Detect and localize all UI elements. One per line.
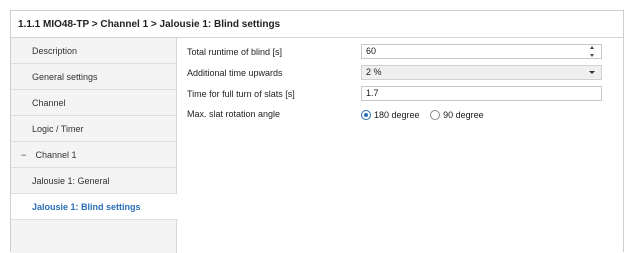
- total-runtime-label: Total runtime of blind [s]: [187, 47, 283, 57]
- spinner-arrows-icon[interactable]: [590, 46, 596, 57]
- chevron-down-icon[interactable]: [589, 71, 595, 74]
- sidebar-item-label: Channel: [32, 98, 66, 108]
- sidebar-item-jalousie-general[interactable]: Jalousie 1: General: [11, 168, 176, 194]
- additional-time-label: Additional time upwards: [187, 68, 283, 78]
- additional-time-select[interactable]: 2 %: [361, 65, 602, 80]
- settings-panel: Total runtime of blind [s] 60 Additional…: [187, 38, 623, 252]
- sidebar-item-label: Jalousie 1: Blind settings: [32, 202, 141, 212]
- additional-time-value: 2 %: [366, 67, 382, 77]
- sidebar: Description General settings Channel Log…: [11, 38, 178, 253]
- radio-90-degree[interactable]: 90 degree: [430, 106, 488, 123]
- sidebar-item-general-settings[interactable]: General settings: [11, 64, 176, 90]
- slat-turn-time-label: Time for full turn of slats [s]: [187, 89, 295, 99]
- radio-unchecked-icon[interactable]: [430, 109, 441, 120]
- radio-180-degree[interactable]: 180 degree: [361, 106, 424, 123]
- max-slat-angle-radio-group: 180 degree 90 degree: [361, 106, 492, 122]
- radio-90-label: 90 degree: [443, 109, 484, 120]
- radio-180-label: 180 degree: [374, 109, 420, 120]
- total-runtime-value: 60: [366, 46, 377, 56]
- spin-down-icon[interactable]: [590, 54, 594, 57]
- sidebar-item-label: General settings: [32, 72, 98, 82]
- radio-checked-icon[interactable]: [361, 109, 371, 120]
- settings-window: 1.1.1 MIO48-TP > Channel 1 > Jalousie 1:…: [10, 10, 624, 253]
- breadcrumb: 1.1.1 MIO48-TP > Channel 1 > Jalousie 1:…: [11, 11, 623, 38]
- sidebar-item-label: Jalousie 1: General: [32, 176, 110, 186]
- sidebar-item-channel[interactable]: Channel: [11, 90, 176, 116]
- sidebar-item-jalousie-blind-settings[interactable]: Jalousie 1: Blind settings: [11, 194, 178, 220]
- sidebar-item-description[interactable]: Description: [11, 38, 176, 64]
- sidebar-item-logic-timer[interactable]: Logic / Timer: [11, 116, 176, 142]
- sidebar-item-channel-1[interactable]: − Channel 1: [11, 142, 176, 168]
- minus-icon[interactable]: −: [21, 142, 33, 168]
- sidebar-item-label: Description: [32, 46, 78, 56]
- slat-turn-time-input[interactable]: 1.7: [361, 86, 602, 101]
- slat-turn-time-value: 1.7: [366, 88, 379, 98]
- sidebar-item-label: Logic / Timer: [32, 124, 84, 134]
- sidebar-item-label: Channel 1: [35, 150, 77, 160]
- max-slat-angle-label: Max. slat rotation angle: [187, 109, 281, 119]
- spin-up-icon[interactable]: [590, 46, 594, 49]
- total-runtime-stepper[interactable]: 60: [361, 44, 602, 59]
